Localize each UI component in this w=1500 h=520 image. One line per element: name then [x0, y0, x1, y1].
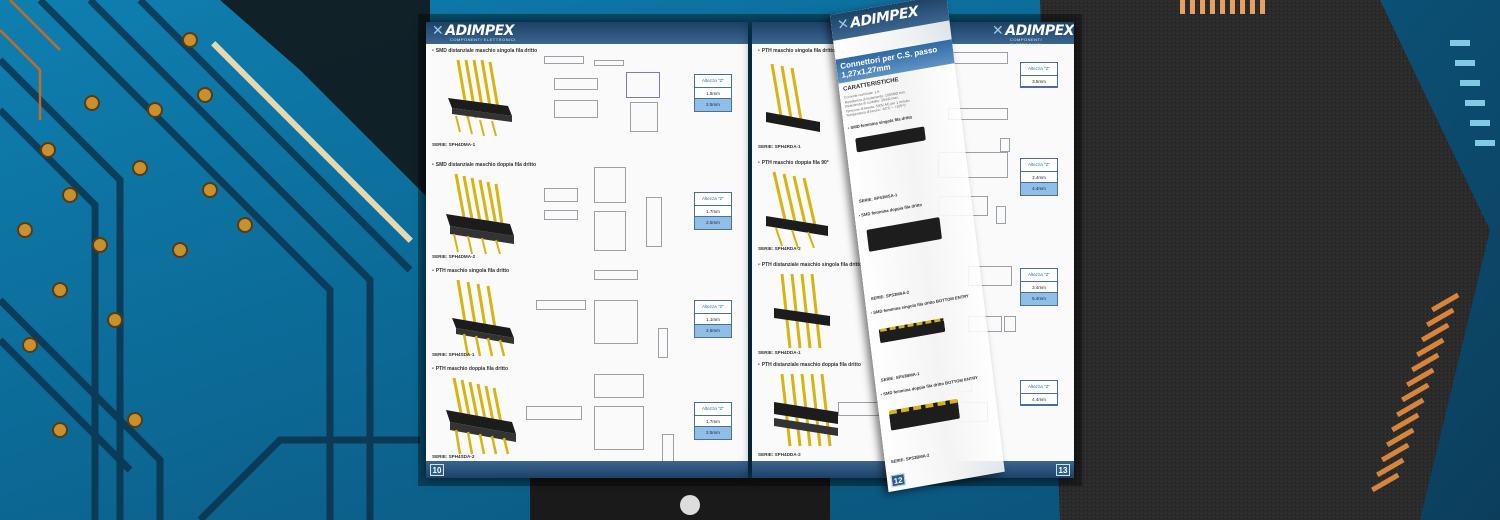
page-number: 12	[890, 473, 906, 488]
connector-image	[878, 317, 946, 344]
connector-image	[855, 126, 926, 153]
section-title: • PTH maschio doppia fila 90°	[758, 160, 829, 166]
height-spec-box: Altezza "Z" 1.7mm 2.5mm	[694, 192, 732, 230]
series-code: SERIE: SPS3BMA-1	[880, 370, 920, 383]
section-title: • PTH distanziale maschio doppia fila dri…	[758, 362, 861, 368]
series-code: SERIE: SPS3MSA-1	[858, 192, 898, 204]
series-code: SERIE: SPH4SDA-1	[432, 352, 475, 357]
page-number: 10	[430, 464, 444, 476]
connector-image	[452, 279, 514, 357]
height-spec-box: Altezza "Z" 3.5mm	[1020, 62, 1058, 88]
catalog-page-left: ✕ ADIMPEX COMPONENTI ELETTRONICI • SMD dis…	[426, 22, 748, 478]
page-header-band: ✕ ADIMPEX COMPONENTI ELETTRONICI	[426, 22, 748, 44]
height-spec-box: Altezza "Z" 1.1mm 2.5mm	[694, 300, 732, 338]
technical-drawing	[594, 167, 674, 257]
connector-image	[446, 377, 516, 455]
technical-drawing	[526, 406, 596, 436]
connector-image	[766, 171, 828, 249]
technical-drawing	[658, 328, 668, 358]
connector-image	[766, 63, 820, 132]
series-code: SERIE: SPH4DDA-1	[758, 350, 801, 355]
technical-drawing	[536, 300, 596, 330]
technical-drawing	[626, 72, 666, 132]
logo-mark-icon: ✕	[992, 23, 1004, 39]
height-spec-box: Altezza "Z" 1.5mm 2.5mm	[694, 74, 732, 112]
brand-tagline: COMPONENTI ELETTRONICI	[450, 37, 516, 42]
connector-image	[774, 373, 838, 447]
connector-image	[774, 273, 830, 349]
section-title: • PTH maschio singola fila dritto	[432, 268, 510, 274]
height-spec-box: Altezza "Z" 1.7mm 2.5mm	[694, 402, 732, 440]
pcb-background	[0, 0, 1500, 520]
height-spec-box: Altezza "Z" 4.4mm	[1020, 380, 1058, 406]
technical-drawing	[544, 188, 584, 248]
section-title: • PTH distanziale maschio singola fila dr…	[758, 262, 863, 268]
series-code: SERIE: SPH4RDA-2	[758, 246, 801, 251]
connector-image	[448, 59, 512, 137]
connector-image	[888, 398, 961, 431]
height-spec-box: Altezza "Z" 3.4mm 4.4mm	[1020, 158, 1058, 196]
technical-drawing	[594, 270, 654, 360]
section-title: • SMD femmina doppia fila dritto	[858, 201, 923, 219]
logo-mark-icon: ✕	[836, 15, 850, 34]
logo-mark-icon: ✕	[432, 23, 444, 39]
technical-drawing	[544, 56, 624, 126]
section-title: • SMD distanziale maschio doppia fila dri…	[432, 162, 537, 168]
section-title: • PTH maschio singola fila dritto	[758, 48, 836, 54]
connector-image	[446, 173, 514, 255]
series-code: SERIE: SPS3BMA-2	[890, 452, 930, 465]
page-footer-band	[426, 461, 748, 478]
brand-tagline: COMPONENTI ELETTRONICI	[1010, 37, 1043, 47]
connector-image	[866, 217, 943, 252]
technical-drawing	[594, 374, 650, 464]
section-title: • PTH maschio doppia fila dritto	[432, 366, 508, 372]
series-code: SERIE: SPH4SDA-2	[432, 454, 475, 459]
section-title: • SMD femmina singola fila dritto	[847, 114, 913, 131]
series-code: SERIE: SPH4DDA-2	[758, 452, 801, 457]
series-code: SERIE: SPH4DMA-1	[432, 142, 476, 147]
section-title: • SMD distanziale maschio singola fila dr…	[432, 48, 538, 54]
series-code: SERIE: SPH4RDA-1	[758, 144, 801, 149]
series-code: SERIE: SPS3MSA-2	[870, 289, 910, 302]
series-code: SERIE: SPH4DMA-2	[432, 254, 476, 259]
page-number: 13	[1056, 464, 1070, 476]
technical-drawing	[662, 434, 674, 464]
height-spec-box: Altezza "Z" 3.4mm 5.4mm	[1020, 268, 1058, 306]
